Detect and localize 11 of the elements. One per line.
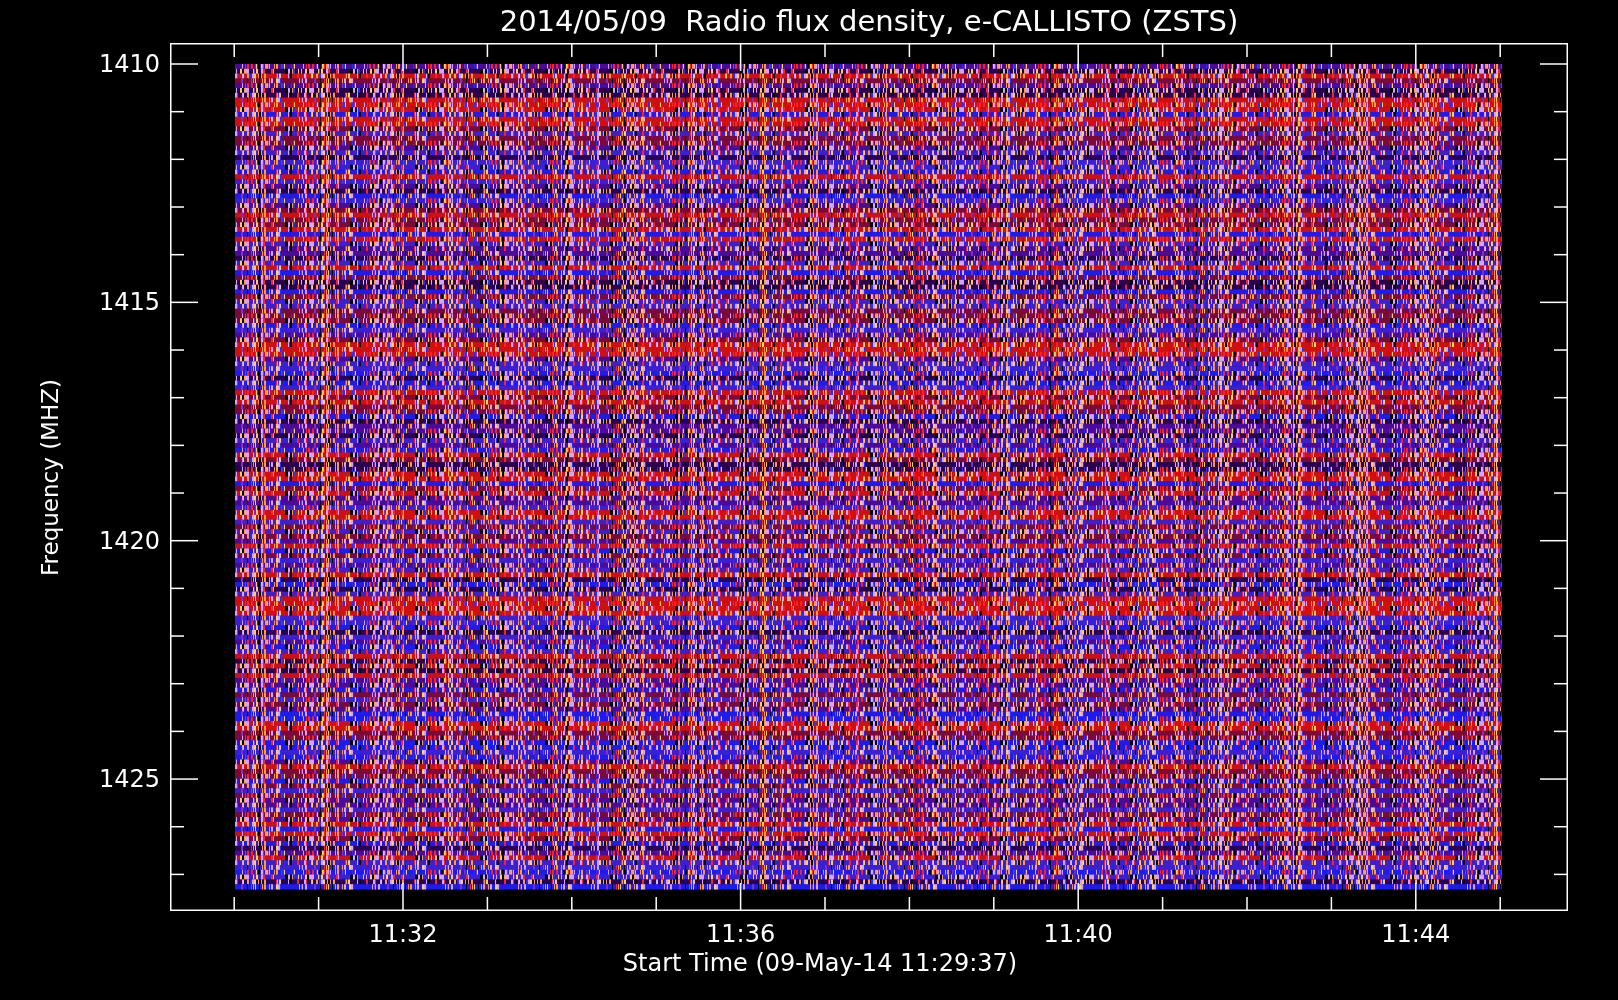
tick-label: 11:32 [368, 922, 438, 946]
tick-label: 1420 [98, 528, 160, 553]
tick-label: 11:36 [706, 922, 776, 946]
axis-label: Frequency (MHZ) [37, 378, 63, 576]
axis-label: Start Time (09-May-14 11:29:37) [622, 951, 1018, 975]
tick-label: 11:40 [1043, 922, 1113, 946]
tick-label: 11:44 [1381, 922, 1451, 946]
tick-label: 1425 [98, 767, 160, 792]
plot-title: 2014/05/09 Radio flux density, e-CALLISTO (ZSTS) [498, 3, 1240, 40]
tick-label: 1410 [98, 52, 160, 76]
tick-label: 1415 [98, 290, 160, 315]
